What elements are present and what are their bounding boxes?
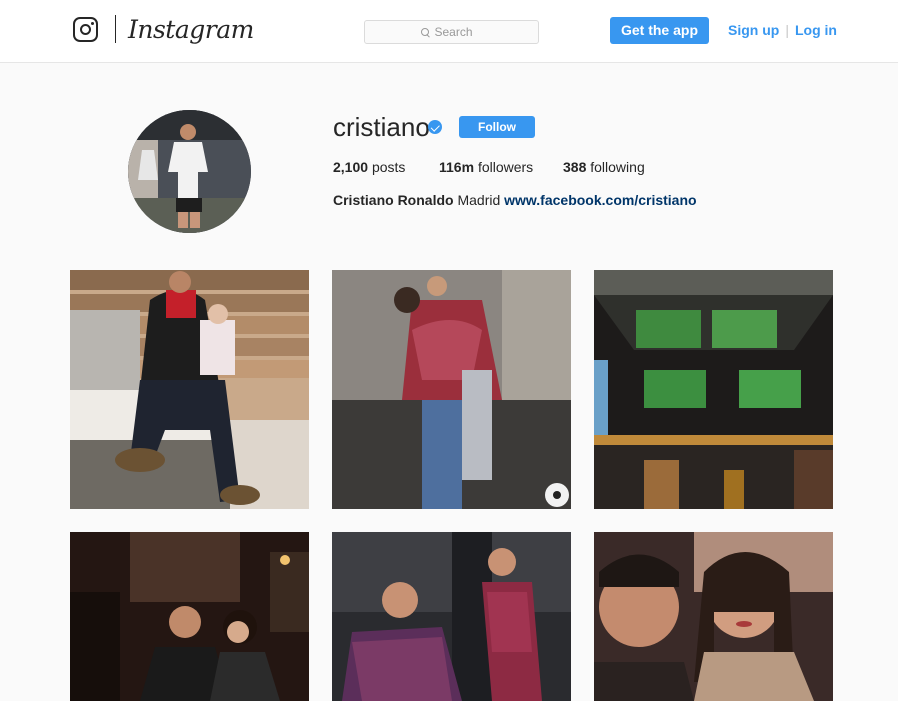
post-thumbnail[interactable]	[70, 532, 309, 701]
follow-button[interactable]: Follow	[459, 116, 535, 138]
posts-label: posts	[371, 159, 406, 175]
post-thumbnail[interactable]	[332, 270, 571, 509]
search-input[interactable]	[434, 25, 483, 39]
sign-up-link[interactable]: Sign up	[728, 22, 779, 38]
auth-links: Sign up | Log in	[728, 22, 837, 38]
get-the-app-button[interactable]: Get the app	[610, 17, 709, 44]
post-thumbnail[interactable]	[332, 532, 571, 701]
logo-divider	[115, 15, 116, 43]
post-thumbnail[interactable]	[594, 532, 833, 701]
posts-value: 2,100	[333, 159, 369, 175]
top-navigation-bar: Instagram Get the app Sign up | Log in	[0, 0, 898, 63]
instagram-camera-icon[interactable]	[73, 17, 98, 42]
bio-text: Madrid	[457, 192, 501, 208]
profile-username: cristiano	[333, 112, 430, 142]
search-icon	[420, 27, 430, 37]
post-thumbnail[interactable]	[594, 270, 833, 509]
profile-bio: Cristiano Ronaldo Madrid www.facebook.co…	[333, 192, 697, 209]
search-box[interactable]	[364, 20, 539, 44]
followers-value: 116m	[439, 159, 475, 175]
posts-count: 2,100 posts	[333, 159, 405, 176]
followers-label: followers	[477, 159, 534, 175]
bio-external-link[interactable]: www.facebook.com/cristiano	[504, 192, 696, 208]
profile-full-name: Cristiano Ronaldo	[333, 192, 454, 208]
followers-count[interactable]: 116m followers	[439, 159, 533, 176]
following-label: following	[590, 159, 645, 175]
log-in-link[interactable]: Log in	[795, 22, 837, 38]
verified-badge-icon	[428, 120, 442, 134]
post-thumbnail[interactable]	[70, 270, 309, 509]
following-value: 388	[563, 159, 587, 175]
instagram-wordmark-logo[interactable]: Instagram	[128, 13, 254, 47]
following-count[interactable]: 388 following	[563, 159, 645, 176]
profile-avatar[interactable]	[128, 110, 251, 233]
auth-separator: |	[785, 22, 789, 38]
